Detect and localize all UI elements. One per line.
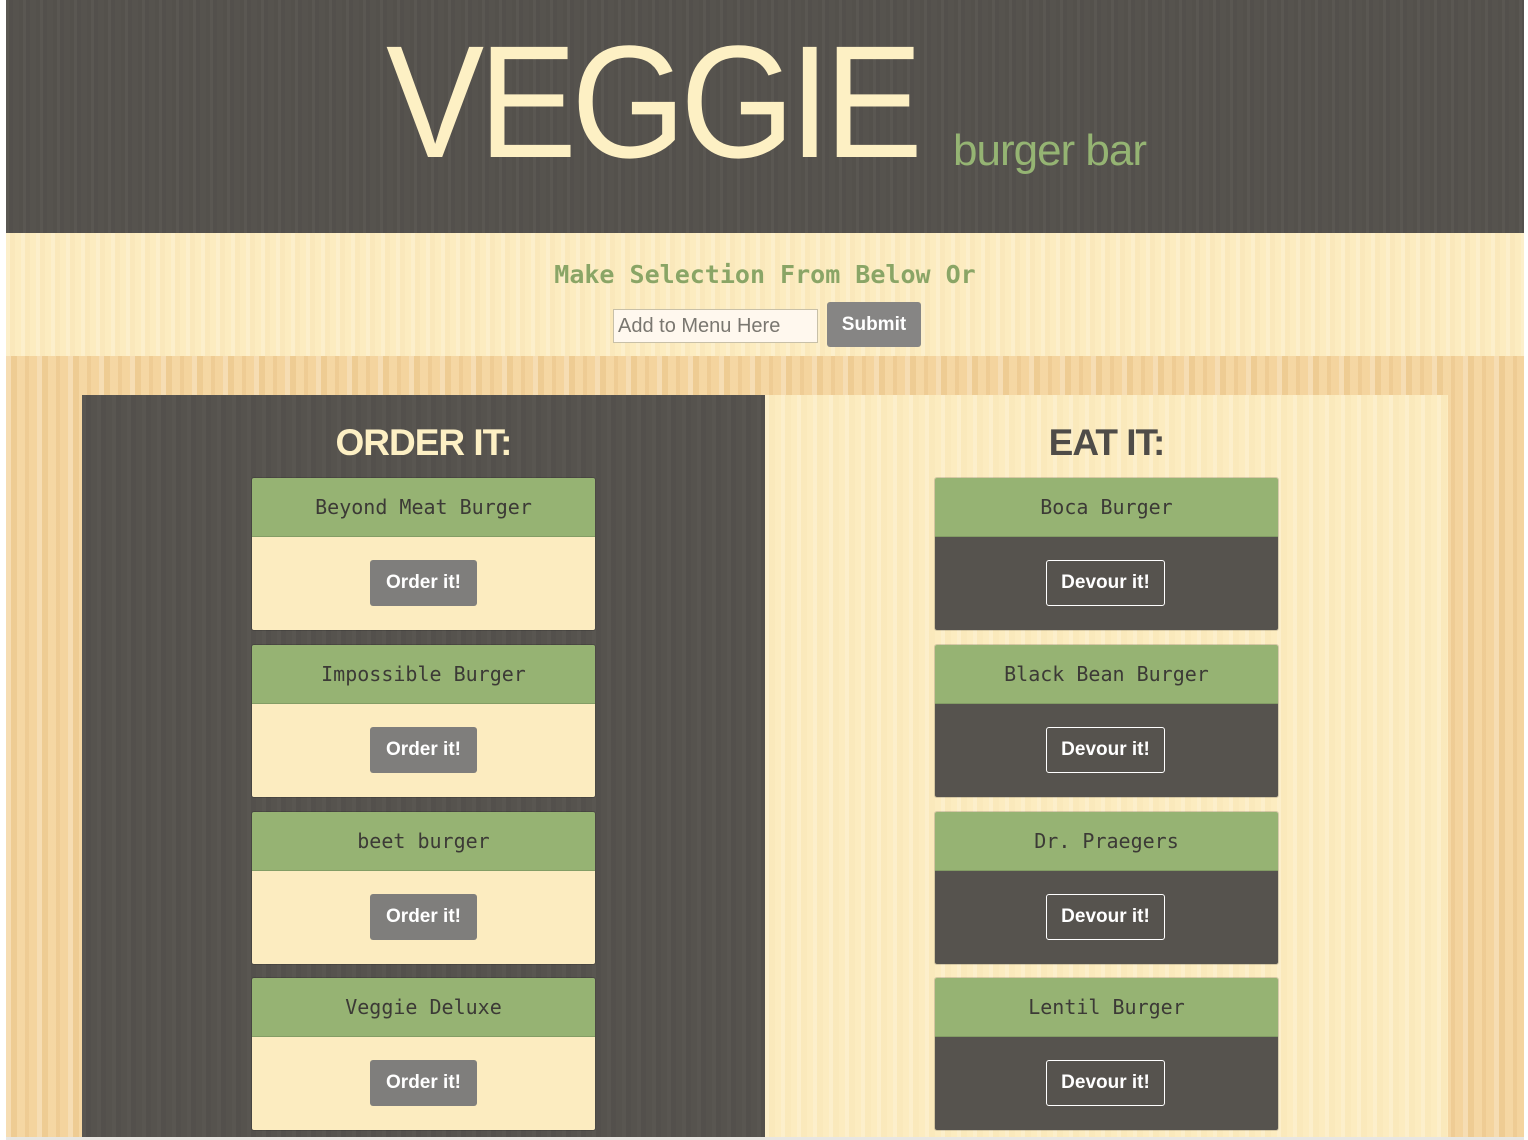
order-panel: ORDER IT: Beyond Meat Burger Order it! I… (82, 395, 765, 1140)
burger-name: Beyond Meat Burger (252, 478, 595, 537)
burger-name: Lentil Burger (935, 978, 1278, 1037)
burger-name: Boca Burger (935, 478, 1278, 537)
add-burger-heading: Make Selection From Below Or (554, 260, 976, 289)
order-card: Beyond Meat Burger Order it! (251, 477, 596, 631)
submit-button[interactable]: Submit (827, 302, 921, 347)
eat-panel-title: EAT IT: (1048, 422, 1166, 463)
logo-subtitle: burger bar (953, 126, 1147, 175)
order-button[interactable]: Order it! (370, 727, 477, 773)
card-body: Devour it! (935, 537, 1278, 630)
devour-button[interactable]: Devour it! (1046, 560, 1165, 606)
devour-button[interactable]: Devour it! (1046, 894, 1165, 940)
eat-card: Boca Burger Devour it! (934, 477, 1279, 631)
eat-card: Lentil Burger Devour it! (934, 977, 1279, 1131)
card-body: Devour it! (935, 1037, 1278, 1130)
burger-name: Black Bean Burger (935, 645, 1278, 704)
order-button[interactable]: Order it! (370, 894, 477, 940)
eat-card: Dr. Praegers Devour it! (934, 811, 1279, 965)
add-burger-input[interactable] (613, 309, 818, 343)
eat-card: Black Bean Burger Devour it! (934, 644, 1279, 798)
card-body: Order it! (252, 704, 595, 797)
burger-name: beet burger (252, 812, 595, 871)
burger-name: Impossible Burger (252, 645, 595, 704)
order-button[interactable]: Order it! (370, 560, 477, 606)
devour-button[interactable]: Devour it! (1046, 1060, 1165, 1106)
eat-panel: EAT IT: Boca Burger Devour it! Black Bea… (765, 395, 1448, 1140)
card-body: Order it! (252, 537, 595, 630)
burger-name: Dr. Praegers (935, 812, 1278, 871)
order-button[interactable]: Order it! (370, 1060, 477, 1106)
card-body: Order it! (252, 871, 595, 964)
add-burger-bar: Make Selection From Below Or Submit (6, 233, 1524, 356)
order-card: beet burger Order it! (251, 811, 596, 965)
page: VEGGIE burger bar Make Selection From Be… (6, 0, 1524, 1140)
header: VEGGIE burger bar (6, 0, 1524, 233)
card-body: Devour it! (935, 704, 1278, 797)
devour-button[interactable]: Devour it! (1046, 727, 1165, 773)
order-panel-title: ORDER IT: (335, 422, 513, 463)
logo-main: VEGGIE (386, 12, 923, 191)
order-card: Veggie Deluxe Order it! (251, 977, 596, 1131)
burger-name: Veggie Deluxe (252, 978, 595, 1037)
order-card: Impossible Burger Order it! (251, 644, 596, 798)
card-body: Devour it! (935, 871, 1278, 964)
card-body: Order it! (252, 1037, 595, 1130)
